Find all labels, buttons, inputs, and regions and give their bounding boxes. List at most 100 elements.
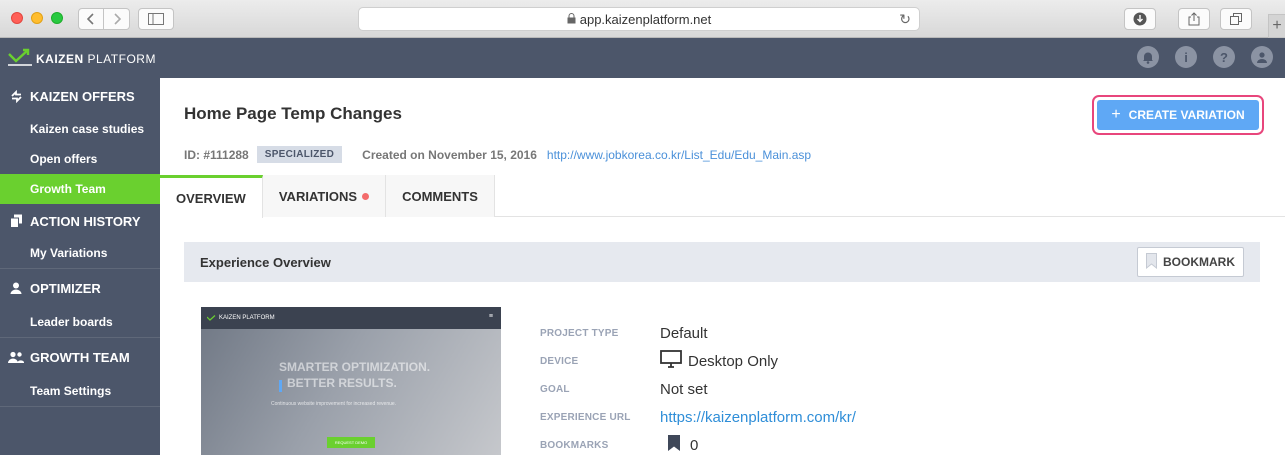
people-icon — [8, 351, 24, 363]
sidebar-toggle-button[interactable] — [138, 8, 174, 30]
chevron-left-icon — [87, 13, 94, 25]
section-label: ACTION HISTORY — [30, 213, 141, 229]
sidebar-item-my-variations[interactable]: My Variations — [0, 238, 160, 268]
logo-text-bold: KAIZEN — [36, 52, 84, 66]
browser-actions — [1124, 8, 1252, 30]
tab-label: COMMENTS — [402, 188, 478, 204]
bookmark-label: BOOKMARK — [1163, 255, 1235, 269]
thumbnail-subline: Continuous website improvement for incre… — [271, 401, 397, 407]
main-content: Home Page Temp Changes ID: #111288 SPECI… — [160, 78, 1285, 455]
sidebar-section-kaizen-offers[interactable]: KAIZEN OFFERS — [0, 78, 160, 114]
url-text: app.kaizenplatform.net — [579, 11, 712, 27]
window-controls — [11, 12, 63, 24]
thumbnail-logo: KAIZEN PLATFORM — [219, 315, 275, 321]
created-date: Created on November 15, 2016 — [362, 147, 537, 162]
thumbnail-header: KAIZEN PLATFORM ≡ — [201, 307, 501, 329]
thumbnail-headline-1: SMARTER OPTIMIZATION. — [279, 360, 431, 374]
downloads-button[interactable] — [1124, 8, 1156, 30]
minimize-window-button[interactable] — [31, 12, 43, 24]
tabs-overview-button[interactable] — [1220, 8, 1252, 30]
sidebar-icon — [148, 13, 164, 25]
sidebar-item-leader-boards[interactable]: Leader boards — [0, 307, 160, 337]
bookmark-icon — [668, 435, 680, 455]
logo-chart-icon — [207, 314, 216, 321]
user-icon[interactable] — [1251, 46, 1273, 68]
reload-icon[interactable]: ↻ — [899, 11, 911, 28]
detail-value: Default — [660, 324, 708, 342]
plus-icon: + — [1272, 17, 1282, 34]
device-value: Desktop Only — [688, 352, 779, 370]
experience-id: ID: #111288 — [184, 147, 249, 162]
share-icon — [1188, 12, 1200, 26]
close-window-button[interactable] — [11, 12, 23, 24]
desktop-icon — [660, 350, 682, 372]
address-bar[interactable]: app.kaizenplatform.net ↻ — [358, 7, 920, 31]
app-header: KAIZEN PLATFORM i ? — [0, 38, 1285, 78]
thumbnail-headline-2: BETTER RESULTS. — [287, 376, 397, 390]
experience-url-link[interactable]: https://kaizenplatform.com/kr/ — [660, 409, 856, 426]
bookmark-button[interactable]: BOOKMARK — [1137, 247, 1244, 277]
browser-toolbar: app.kaizenplatform.net ↻ + — [0, 0, 1285, 38]
page-thumbnail[interactable]: KAIZEN PLATFORM ≡ SMARTER OPTIMIZATION. … — [201, 307, 501, 455]
create-variation-highlight: + CREATE VARIATION — [1092, 95, 1264, 135]
bookmark-icon — [1146, 252, 1157, 272]
tab-variations[interactable]: VARIATIONS — [262, 175, 387, 217]
sidebar: KAIZEN OFFERS Kaizen case studies Open o… — [0, 78, 160, 455]
detail-value: Not set — [660, 380, 708, 398]
back-button[interactable] — [78, 8, 104, 30]
plus-icon: + — [1111, 106, 1121, 123]
info-icon[interactable]: i — [1175, 46, 1197, 68]
thumbnail-accent — [279, 380, 282, 392]
detail-label: BOOKMARKS — [540, 439, 609, 451]
section-label: OPTIMIZER — [30, 280, 101, 296]
header-icons: i ? — [1137, 46, 1273, 68]
tab-comments[interactable]: COMMENTS — [386, 175, 495, 217]
detail-row-device: DEVICE Desktop Only — [540, 347, 856, 375]
tab-bar: OVERVIEW VARIATIONS COMMENTS — [160, 175, 1285, 218]
detail-label: GOAL — [540, 383, 570, 395]
specialized-badge: SPECIALIZED — [256, 146, 343, 163]
bookmarks-count: 0 — [690, 436, 699, 454]
tab-label: OVERVIEW — [176, 190, 246, 206]
kaizen-logo[interactable]: KAIZEN PLATFORM — [8, 48, 156, 66]
share-button[interactable] — [1178, 8, 1210, 30]
page-title: Home Page Temp Changes — [184, 104, 402, 123]
target-url-link[interactable]: http://www.jobkorea.co.kr/List_Edu/Edu_M… — [547, 148, 811, 162]
sidebar-section-growth-team[interactable]: GROWTH TEAM — [0, 338, 160, 376]
panel-title: Experience Overview — [200, 254, 331, 270]
notification-dot — [362, 192, 370, 200]
tabs-icon — [1230, 13, 1242, 25]
create-variation-button[interactable]: + CREATE VARIATION — [1097, 100, 1259, 130]
sidebar-section-optimizer[interactable]: OPTIMIZER — [0, 269, 160, 307]
help-icon[interactable]: ? — [1213, 46, 1235, 68]
new-tab-button[interactable]: + — [1268, 14, 1285, 38]
menu-icon: ≡ — [488, 313, 493, 320]
sidebar-section-action-history[interactable]: ACTION HISTORY — [0, 204, 160, 238]
logo-chart-icon — [8, 48, 32, 66]
experience-meta: ID: #111288 SPECIALIZED Created on Novem… — [184, 146, 811, 163]
bell-icon[interactable] — [1137, 46, 1159, 68]
person-icon — [8, 282, 24, 294]
forward-button[interactable] — [104, 8, 130, 30]
section-label: KAIZEN OFFERS — [30, 88, 135, 104]
tab-overview[interactable]: OVERVIEW — [160, 175, 263, 218]
thumbnail-cta: REQUEST DEMO — [327, 437, 375, 448]
sidebar-item-team-settings[interactable]: Team Settings — [0, 376, 160, 406]
sidebar-item-growth-team[interactable]: Growth Team — [0, 174, 160, 204]
arrows-icon — [8, 89, 24, 103]
detail-label: DEVICE — [540, 355, 579, 367]
thumbnail-headline: SMARTER OPTIMIZATION. BETTER RESULTS. — [279, 359, 430, 391]
sidebar-item-kaizen-case-studies[interactable]: Kaizen case studies — [0, 114, 160, 144]
sidebar-item-open-offers[interactable]: Open offers — [0, 144, 160, 174]
detail-label: EXPERIENCE URL — [540, 411, 631, 423]
sidebar-divider — [0, 406, 160, 407]
detail-row-project-type: PROJECT TYPE Default — [540, 319, 856, 347]
logo-text-light: PLATFORM — [87, 52, 156, 66]
create-variation-label: CREATE VARIATION — [1128, 108, 1245, 122]
detail-row-goal: GOAL Not set — [540, 375, 856, 403]
copy-icon — [8, 214, 24, 228]
history-nav — [78, 8, 174, 30]
maximize-window-button[interactable] — [51, 12, 63, 24]
detail-row-bookmarks: BOOKMARKS 0 — [540, 431, 856, 455]
detail-value: 0 — [660, 435, 698, 455]
